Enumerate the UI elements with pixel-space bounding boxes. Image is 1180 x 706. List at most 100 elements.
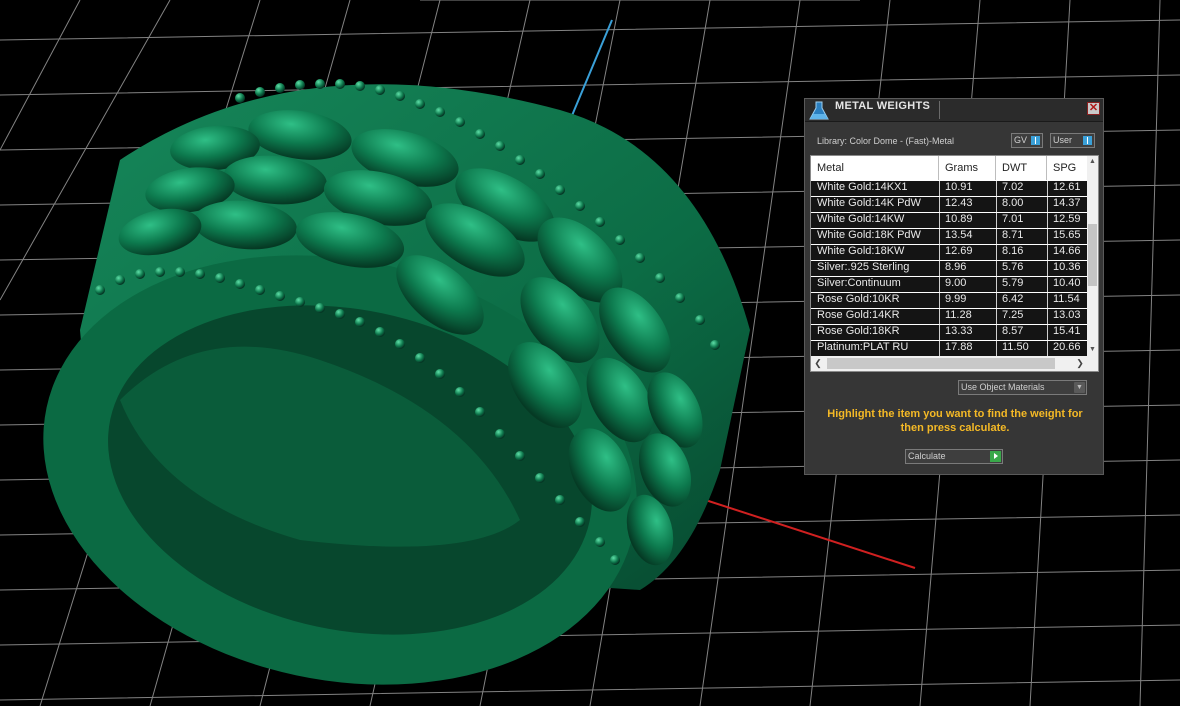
horizontal-scrollbar[interactable]: ❮ ❯: [811, 356, 1098, 371]
cell-metal: White Gold:14K PdW: [817, 197, 921, 209]
cell-dwt: 8.71: [1002, 229, 1024, 241]
column-header-metal[interactable]: Metal: [811, 156, 939, 180]
row-divider: [811, 212, 1087, 213]
object-materials-select[interactable]: Use Object Materials ▼: [958, 380, 1087, 395]
cell-separator: [1047, 276, 1048, 292]
cell-separator: [996, 260, 997, 276]
cell-separator: [939, 244, 940, 260]
scrollbar-thumb[interactable]: [1088, 224, 1097, 286]
title-divider: [939, 101, 940, 119]
cell-separator: [1047, 244, 1048, 260]
cell-separator: [996, 212, 997, 228]
cell-separator: [1047, 212, 1048, 228]
cell-separator: [996, 292, 997, 308]
user-toggle-label: User: [1053, 135, 1073, 145]
cell-separator: [996, 324, 997, 340]
table-row[interactable]: White Gold:18KW 12.69 8.16 14.66: [811, 244, 1087, 260]
row-divider: [811, 228, 1087, 229]
cell-metal: White Gold:18KW: [817, 245, 905, 257]
cell-separator: [1047, 292, 1048, 308]
metal-table[interactable]: Metal Grams DWT SPG White Gold:14KX1 10.9…: [810, 155, 1099, 372]
cell-metal: Rose Gold:14KR: [817, 309, 900, 321]
cell-metal: White Gold:14KX1: [817, 181, 908, 193]
calculate-label: Calculate: [908, 451, 946, 461]
cell-metal: Platinum:PLAT RU: [817, 341, 909, 353]
toggle-switch-icon: [1083, 136, 1092, 145]
toggle-switch-icon: [1031, 136, 1040, 145]
cell-separator: [996, 228, 997, 244]
cell-separator: [1047, 196, 1048, 212]
cell-grams: 11.28: [945, 309, 972, 321]
cell-separator: [996, 244, 997, 260]
cell-spg: 12.59: [1053, 213, 1081, 225]
cell-separator: [939, 196, 940, 212]
scroll-right-icon[interactable]: ❯: [1073, 356, 1087, 371]
table-row[interactable]: White Gold:14KX1 10.91 7.02 12.61: [811, 180, 1087, 196]
calculate-button[interactable]: Calculate: [905, 449, 1003, 464]
row-divider: [811, 292, 1087, 293]
cell-dwt: 8.16: [1002, 245, 1024, 257]
cell-spg: 12.61: [1053, 181, 1081, 193]
row-divider: [811, 324, 1087, 325]
table-row[interactable]: Platinum:PLAT RU 17.88 11.50 20.66: [811, 340, 1087, 356]
table-row[interactable]: Rose Gold:10KR 9.99 6.42 11.54: [811, 292, 1087, 308]
instruction-text: Highlight the item you want to find the …: [827, 408, 1083, 434]
ring-model: [43, 79, 750, 685]
play-arrow-icon: [990, 451, 1001, 462]
panel-titlebar[interactable]: METAL WEIGHTS ✕: [805, 99, 1103, 122]
row-divider: [811, 340, 1087, 341]
cell-grams: 12.43: [945, 197, 973, 209]
user-toggle[interactable]: User: [1050, 133, 1095, 148]
close-icon[interactable]: ✕: [1087, 102, 1100, 115]
cell-dwt: 5.79: [1002, 277, 1024, 289]
cell-separator: [996, 276, 997, 292]
cell-separator: [939, 260, 940, 276]
gv-toggle[interactable]: GV: [1011, 133, 1043, 148]
cell-separator: [939, 276, 940, 292]
table-row[interactable]: Rose Gold:14KR 11.28 7.25 13.03: [811, 308, 1087, 324]
cell-separator: [939, 292, 940, 308]
cell-separator: [1047, 228, 1048, 244]
cell-grams: 9.00: [945, 277, 967, 289]
cell-spg: 11.54: [1053, 293, 1080, 305]
cell-grams: 9.99: [945, 293, 967, 305]
scroll-left-icon[interactable]: ❮: [811, 356, 825, 371]
object-materials-value: Use Object Materials: [961, 382, 1045, 392]
cell-spg: 20.66: [1053, 341, 1081, 353]
cell-dwt: 8.57: [1002, 325, 1024, 337]
column-header-dwt[interactable]: DWT: [996, 156, 1047, 180]
cell-grams: 10.89: [945, 213, 973, 225]
gv-toggle-label: GV: [1014, 135, 1028, 145]
cell-grams: 12.69: [945, 245, 973, 257]
column-header-grams[interactable]: Grams: [939, 156, 996, 180]
x-axis-line: [689, 494, 916, 569]
cell-separator: [1047, 180, 1048, 196]
table-row[interactable]: White Gold:14K PdW 12.43 8.00 14.37: [811, 196, 1087, 212]
metal-weights-panel: METAL WEIGHTS ✕ Library: Color Dome - (F…: [804, 98, 1104, 475]
cell-separator: [939, 228, 940, 244]
table-row[interactable]: Rose Gold:18KR 13.33 8.57 15.41: [811, 324, 1087, 340]
panel-title: METAL WEIGHTS: [835, 100, 931, 112]
cell-metal: Rose Gold:10KR: [817, 293, 900, 305]
column-header-spg[interactable]: SPG: [1047, 156, 1087, 180]
cell-spg: 14.66: [1053, 245, 1081, 257]
row-divider: [811, 276, 1087, 277]
table-row[interactable]: Silver:.925 Sterling 8.96 5.76 10.36: [811, 260, 1087, 276]
row-divider: [811, 196, 1087, 197]
scroll-down-icon[interactable]: ▼: [1087, 344, 1098, 356]
vertical-scrollbar[interactable]: ▲ ▼: [1087, 156, 1098, 356]
table-header: Metal Grams DWT SPG: [811, 156, 1087, 180]
cell-dwt: 7.01: [1002, 213, 1024, 225]
scroll-up-icon[interactable]: ▲: [1087, 156, 1098, 168]
cell-grams: 13.54: [945, 229, 973, 241]
cell-separator: [996, 308, 997, 324]
row-divider: [811, 260, 1087, 261]
table-row[interactable]: Silver:Continuum 9.00 5.79 10.40: [811, 276, 1087, 292]
table-row[interactable]: White Gold:14KW 10.89 7.01 12.59: [811, 212, 1087, 228]
table-row[interactable]: White Gold:18K PdW 13.54 8.71 15.65: [811, 228, 1087, 244]
scrollbar-thumb[interactable]: [827, 358, 1055, 369]
cell-separator: [939, 212, 940, 228]
cell-metal: White Gold:14KW: [817, 213, 905, 225]
cell-separator: [1047, 260, 1048, 276]
cell-metal: Silver:Continuum: [817, 277, 901, 289]
